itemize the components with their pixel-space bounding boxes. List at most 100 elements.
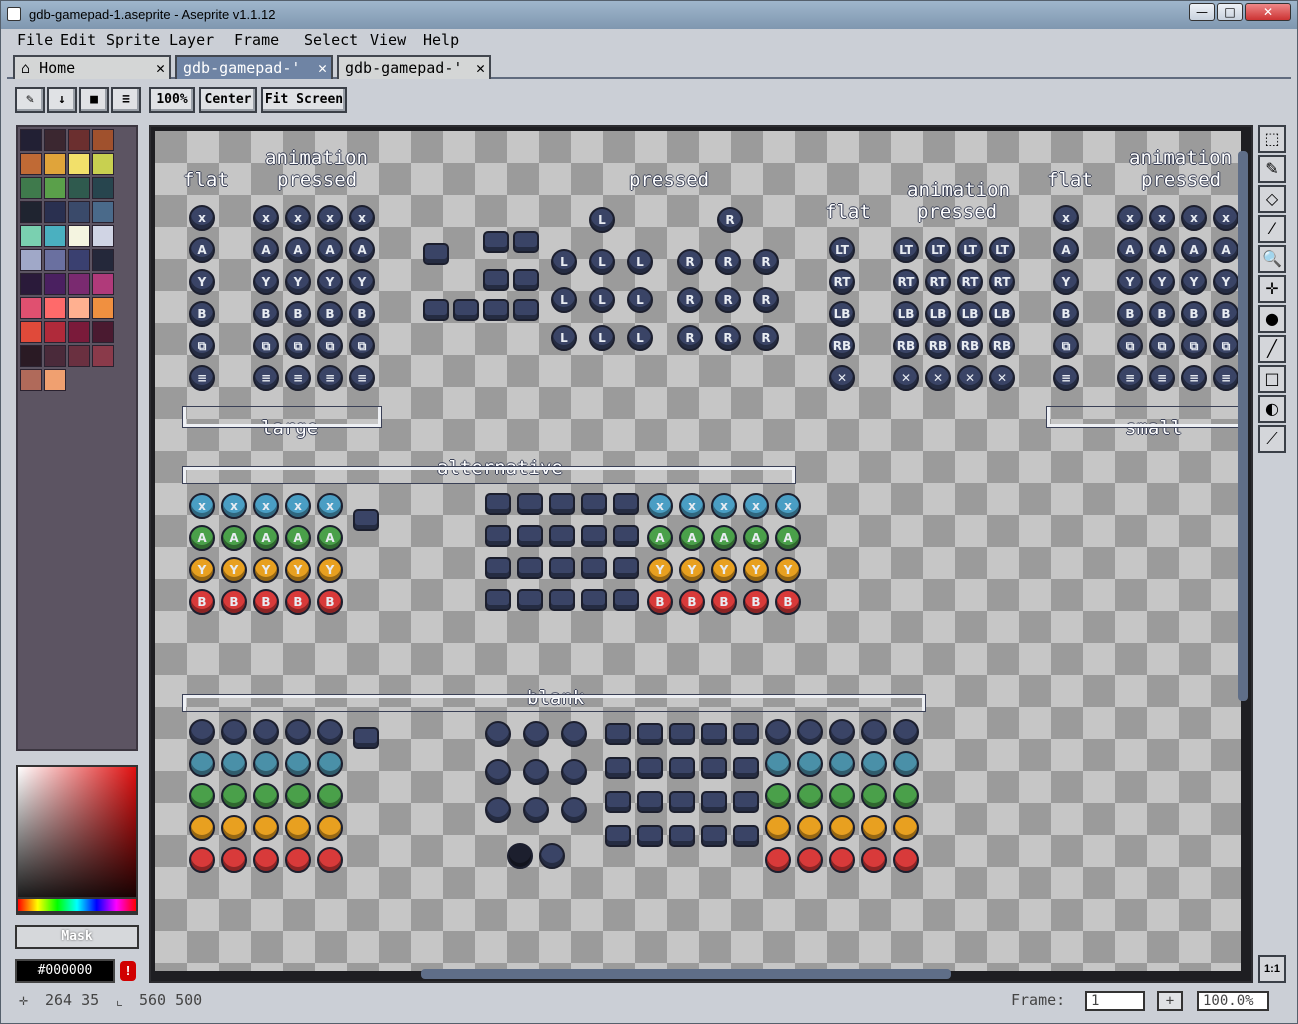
fill-icon[interactable]: ● (1258, 305, 1286, 333)
rectangle-icon[interactable]: □ (1258, 365, 1286, 393)
hue-slider[interactable] (16, 897, 138, 913)
color-palette (16, 125, 138, 751)
gamepad-button-sprite: L (589, 207, 615, 233)
palette-swatch[interactable] (20, 297, 42, 319)
move-icon[interactable]: ✛ (1258, 275, 1286, 303)
gamepad-button-sprite: x (285, 493, 311, 519)
frame-field[interactable]: 1 (1085, 991, 1145, 1011)
down-arrow-icon[interactable]: ↓ (47, 87, 77, 113)
brush-icon[interactable]: ⟋ (1258, 425, 1286, 453)
palette-swatch[interactable] (44, 345, 66, 367)
palette-swatch[interactable] (44, 249, 66, 271)
palette-swatch[interactable] (20, 249, 42, 271)
eraser-icon[interactable]: ◇ (1258, 185, 1286, 213)
palette-swatch[interactable] (68, 249, 90, 271)
menu-frame[interactable]: Frame (234, 31, 279, 49)
gamepad-button-sprite (189, 847, 215, 873)
layer-icon[interactable]: ■ (79, 87, 109, 113)
mask-button[interactable]: Mask (15, 925, 139, 949)
marquee-icon[interactable]: ⬚ (1258, 125, 1286, 153)
menu-file[interactable]: File (17, 31, 53, 49)
zoom-icon[interactable]: 🔍 (1258, 245, 1286, 273)
palette-swatch[interactable] (44, 273, 66, 295)
palette-swatch[interactable] (92, 129, 114, 151)
zoom-100-button[interactable]: 100% (149, 87, 195, 113)
menu-icon[interactable]: ≡ (111, 87, 141, 113)
palette-swatch[interactable] (44, 201, 66, 223)
tab-document-1[interactable]: gdb-gamepad-' ✕ (175, 55, 333, 79)
close-tab-icon[interactable]: ✕ (156, 59, 165, 77)
warning-icon[interactable]: ! (120, 961, 136, 981)
menu-layer[interactable]: Layer (169, 31, 214, 49)
menu-help[interactable]: Help (423, 31, 459, 49)
palette-swatch[interactable] (44, 321, 66, 343)
palette-swatch[interactable] (20, 129, 42, 151)
palette-swatch[interactable] (68, 345, 90, 367)
tab-home[interactable]: ⌂ Home ✕ (13, 55, 171, 79)
palette-swatch[interactable] (20, 273, 42, 295)
zoom-field[interactable]: 100.0% (1197, 991, 1269, 1011)
tab-bar: ⌂ Home ✕ gdb-gamepad-' ✕ gdb-gamepad-' ✕ (7, 51, 1291, 79)
gamepad-button-sprite: RT (957, 269, 983, 295)
zoom-1to1-button[interactable]: 1:1 (1258, 955, 1286, 983)
close-tab-icon[interactable]: ✕ (318, 59, 327, 77)
close-button[interactable]: ✕ (1245, 3, 1291, 21)
palette-swatch[interactable] (20, 225, 42, 247)
fit-screen-button[interactable]: Fit Screen (261, 87, 347, 113)
palette-swatch[interactable] (44, 177, 66, 199)
frame-label: Frame: (1011, 991, 1066, 1009)
minimize-button[interactable]: — (1189, 3, 1215, 21)
maximize-button[interactable]: □ (1217, 3, 1243, 21)
palette-swatch[interactable] (20, 153, 42, 175)
palette-swatch[interactable] (20, 321, 42, 343)
menu-view[interactable]: View (370, 31, 406, 49)
menu-edit[interactable]: Edit (60, 31, 96, 49)
add-frame-button[interactable]: + (1157, 991, 1183, 1011)
palette-swatch[interactable] (92, 249, 114, 271)
palette-swatch[interactable] (92, 297, 114, 319)
vertical-scrollbar[interactable] (1238, 151, 1248, 701)
palette-swatch[interactable] (92, 225, 114, 247)
palette-swatch[interactable] (92, 177, 114, 199)
center-button[interactable]: Center (199, 87, 257, 113)
menu-select[interactable]: Select (304, 31, 358, 49)
palette-swatch[interactable] (92, 345, 114, 367)
palette-swatch[interactable] (92, 273, 114, 295)
palette-swatch[interactable] (68, 321, 90, 343)
palette-swatch[interactable] (92, 321, 114, 343)
sprite-canvas[interactable]: flat animation pressed pressed flat anim… (155, 131, 1241, 971)
gamepad-button-sprite: x (189, 205, 215, 231)
close-tab-icon[interactable]: ✕ (476, 59, 485, 77)
gamepad-button-sprite: Y (1181, 269, 1207, 295)
palette-swatch[interactable] (44, 297, 66, 319)
palette-swatch[interactable] (20, 177, 42, 199)
palette-swatch[interactable] (20, 345, 42, 367)
palette-swatch[interactable] (92, 201, 114, 223)
palette-swatch[interactable] (68, 297, 90, 319)
edit-icon[interactable]: ✎ (15, 87, 45, 113)
eyedropper-icon[interactable]: ⁄ (1258, 215, 1286, 243)
palette-swatch[interactable] (44, 129, 66, 151)
palette-swatch[interactable] (68, 153, 90, 175)
palette-swatch[interactable] (20, 201, 42, 223)
pencil-icon[interactable]: ✎ (1258, 155, 1286, 183)
color-picker[interactable] (16, 765, 138, 915)
palette-swatch[interactable] (92, 153, 114, 175)
gamepad-button-sprite (221, 719, 247, 745)
palette-swatch[interactable] (68, 129, 90, 151)
blur-icon[interactable]: ◐ (1258, 395, 1286, 423)
line-icon[interactable]: ╱ (1258, 335, 1286, 363)
color-hex-field[interactable]: #000000 (15, 959, 115, 983)
palette-swatch[interactable] (68, 273, 90, 295)
horizontal-scrollbar[interactable] (421, 969, 951, 979)
gamepad-button-sprite: ≡ (1181, 365, 1207, 391)
palette-swatch[interactable] (44, 369, 66, 391)
palette-swatch[interactable] (68, 201, 90, 223)
palette-swatch[interactable] (68, 177, 90, 199)
menu-sprite[interactable]: Sprite (106, 31, 160, 49)
tab-document-2[interactable]: gdb-gamepad-' ✕ (337, 55, 491, 79)
palette-swatch[interactable] (44, 153, 66, 175)
palette-swatch[interactable] (20, 369, 42, 391)
palette-swatch[interactable] (68, 225, 90, 247)
palette-swatch[interactable] (44, 225, 66, 247)
